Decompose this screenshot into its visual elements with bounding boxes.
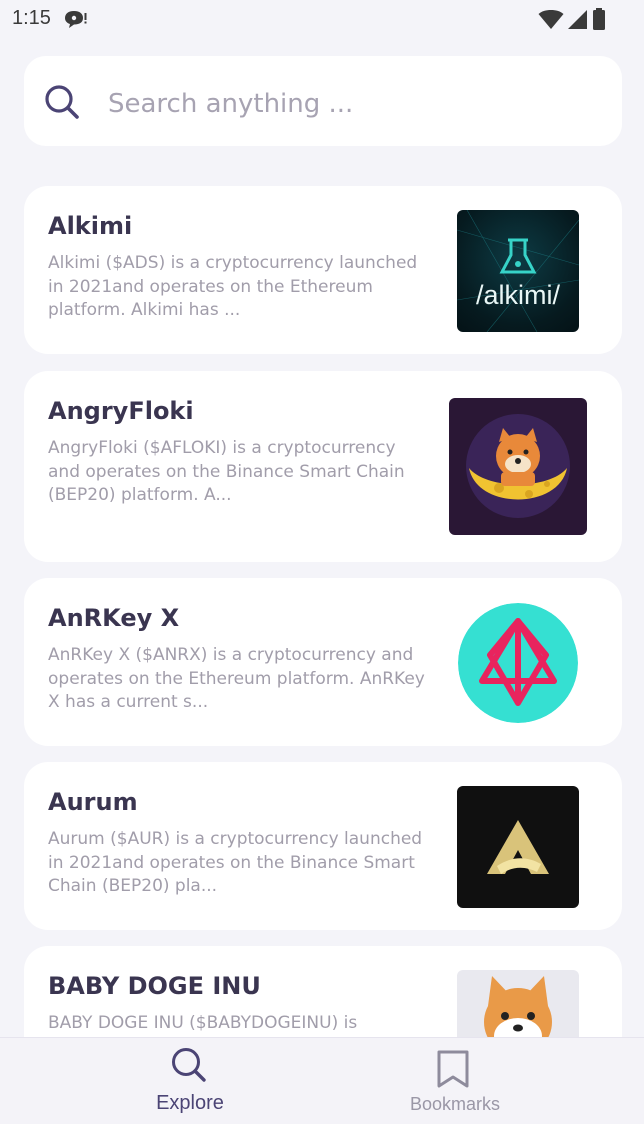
wifi-icon [538,10,564,29]
search-icon [170,1046,208,1088]
battery-icon [593,8,605,30]
status-icons [538,8,606,30]
search-icon [44,84,80,124]
status-time: 1:15 [12,7,51,29]
crypto-card-angryfloki[interactable]: AngryFloki AngryFloki ($AFLOKI) is a cry… [24,371,622,562]
crypto-card-alkimi[interactable]: Alkimi Alkimi ($ADS) is a cryptocurrency… [24,186,622,354]
card-description: AngryFloki ($AFLOKI) is a cryptocurrency… [48,438,405,505]
search-input[interactable] [106,80,590,128]
nav-bookmarks[interactable]: Bookmarks [375,1038,535,1124]
card-description: BABY DOGE INU ($BABYDOGEINU) is [48,1013,358,1033]
alkimi-logo-text: /alkimi/ [475,280,560,310]
aurum-logo [457,786,579,908]
card-title: AngryFloki [48,397,194,425]
bookmark-icon [436,1049,470,1093]
cellular-signal-icon [568,10,587,29]
nav-bookmarks-label: Bookmarks [409,1094,501,1114]
card-title: AnRKey X [48,604,180,632]
search-bar[interactable] [24,56,622,146]
card-title: Alkimi [48,212,133,240]
bottom-navigation: Explore Bookmarks [0,1037,644,1124]
nav-explore[interactable]: Explore [110,1038,270,1124]
status-bar: 1:15 [0,0,644,38]
crypto-card-anrkey-x[interactable]: AnRKey X AnRKey X ($ANRX) is a cryptocur… [24,578,622,746]
card-title: Aurum [48,788,138,816]
card-description: Aurum ($AUR) is a cryptocurrency launche… [48,829,423,896]
card-description: Alkimi ($ADS) is a cryptocurrency launch… [48,253,418,320]
notification-icon [64,9,88,33]
crypto-card-aurum[interactable]: Aurum Aurum ($AUR) is a cryptocurrency l… [24,762,622,930]
card-description: AnRKey X ($ANRX) is a cryptocurrency and… [48,645,425,712]
angryfloki-logo [449,398,587,535]
anrkey-x-logo [458,603,578,723]
alkimi-logo: /alkimi/ [457,210,579,332]
card-title: BABY DOGE INU [48,972,261,1000]
nav-explore-label: Explore [156,1092,224,1114]
